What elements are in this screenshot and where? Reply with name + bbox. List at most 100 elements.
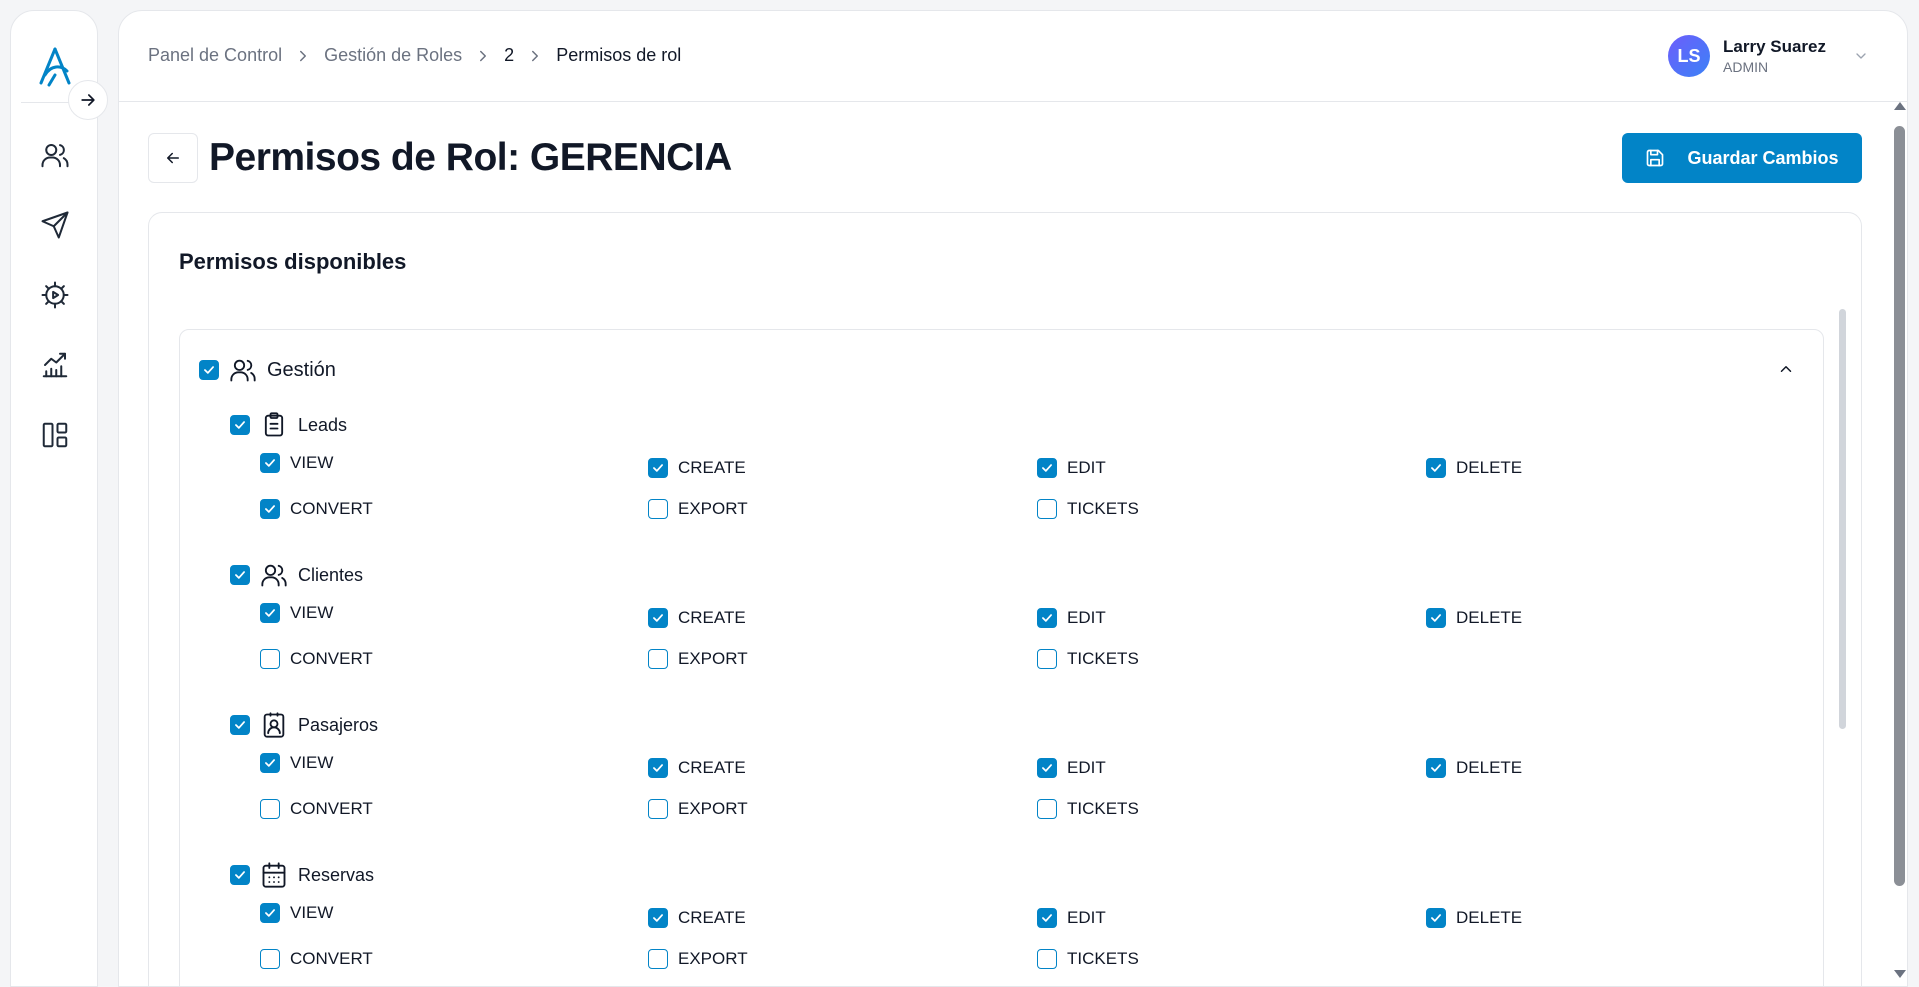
permission-clientes-view[interactable]: VIEW <box>260 603 333 623</box>
app-logo[interactable] <box>35 45 75 89</box>
page-scrollbar[interactable] <box>1893 102 1906 978</box>
module-checkbox-pasajeros[interactable] <box>230 715 250 735</box>
permission-clientes-export[interactable]: EXPORT <box>648 649 748 669</box>
breadcrumb-item-role-id[interactable]: 2 <box>504 45 514 66</box>
permission-checkbox[interactable] <box>1037 608 1057 628</box>
permission-reservas-view[interactable]: VIEW <box>260 903 333 923</box>
scroll-thumb[interactable] <box>1894 126 1905 886</box>
scroll-down-arrow[interactable] <box>1894 970 1906 978</box>
permission-reservas-edit[interactable]: EDIT <box>1037 908 1106 928</box>
permission-checkbox[interactable] <box>1037 908 1057 928</box>
permission-checkbox[interactable] <box>648 458 668 478</box>
group-checkbox[interactable] <box>199 360 219 380</box>
permission-reservas-delete[interactable]: DELETE <box>1426 908 1522 928</box>
permission-checkbox[interactable] <box>260 453 280 473</box>
collapse-group-button[interactable] <box>1777 360 1795 378</box>
breadcrumb-item-panel[interactable]: Panel de Control <box>148 45 282 66</box>
permission-checkbox[interactable] <box>648 608 668 628</box>
permission-checkbox[interactable] <box>1037 499 1057 519</box>
user-role: ADMIN <box>1723 59 1769 75</box>
scroll-up-arrow[interactable] <box>1894 102 1906 110</box>
permission-reservas-export[interactable]: EXPORT <box>648 949 748 969</box>
permission-leads-convert[interactable]: CONVERT <box>260 499 373 519</box>
sidebar-item-users[interactable] <box>37 137 73 173</box>
module-checkbox-reservas[interactable] <box>230 865 250 885</box>
permission-checkbox[interactable] <box>1037 458 1057 478</box>
permission-leads-delete[interactable]: DELETE <box>1426 458 1522 478</box>
group-header: Gestión <box>199 356 336 384</box>
sidebar-item-dashboard[interactable] <box>37 417 73 453</box>
back-button[interactable] <box>148 133 198 183</box>
permission-checkbox[interactable] <box>1037 799 1057 819</box>
permission-pasajeros-view[interactable]: VIEW <box>260 753 333 773</box>
save-changes-button[interactable]: Guardar Cambios <box>1622 133 1862 183</box>
permission-checkbox[interactable] <box>260 603 280 623</box>
permission-checkbox[interactable] <box>1037 649 1057 669</box>
permission-checkbox[interactable] <box>648 649 668 669</box>
permission-checkbox[interactable] <box>648 758 668 778</box>
permission-checkbox[interactable] <box>648 908 668 928</box>
permission-checkbox[interactable] <box>648 949 668 969</box>
check-icon <box>265 759 275 767</box>
permission-checkbox[interactable] <box>260 903 280 923</box>
permission-label: CONVERT <box>290 649 373 668</box>
permission-checkbox[interactable] <box>648 499 668 519</box>
permission-checkbox[interactable] <box>1426 758 1446 778</box>
permission-checkbox[interactable] <box>1426 908 1446 928</box>
check-icon <box>265 609 275 617</box>
permission-clientes-edit[interactable]: EDIT <box>1037 608 1106 628</box>
sidebar <box>10 10 98 987</box>
group-label: Gestión <box>267 358 336 381</box>
permission-checkbox[interactable] <box>1426 608 1446 628</box>
permission-clientes-tickets[interactable]: TICKETS <box>1037 649 1139 669</box>
permission-pasajeros-edit[interactable]: EDIT <box>1037 758 1106 778</box>
save-button-label: Guardar Cambios <box>1687 147 1839 168</box>
module-checkbox-clientes[interactable] <box>230 565 250 585</box>
permission-pasajeros-convert[interactable]: CONVERT <box>260 799 373 819</box>
sidebar-item-reports[interactable] <box>37 347 73 383</box>
permission-clientes-convert[interactable]: CONVERT <box>260 649 373 669</box>
permission-clientes-delete[interactable]: DELETE <box>1426 608 1522 628</box>
permission-pasajeros-delete[interactable]: DELETE <box>1426 758 1522 778</box>
module-checkbox-leads[interactable] <box>230 415 250 435</box>
permission-checkbox[interactable] <box>260 799 280 819</box>
permission-checkbox[interactable] <box>260 949 280 969</box>
permission-label: EDIT <box>1067 758 1106 777</box>
permission-checkbox[interactable] <box>1037 758 1057 778</box>
permission-checkbox[interactable] <box>260 649 280 669</box>
check-icon <box>653 464 663 472</box>
check-icon <box>265 505 275 513</box>
permission-leads-view[interactable]: VIEW <box>260 453 333 473</box>
permission-checkbox[interactable] <box>1037 949 1057 969</box>
permission-leads-tickets[interactable]: TICKETS <box>1037 499 1139 519</box>
permission-leads-edit[interactable]: EDIT <box>1037 458 1106 478</box>
sidebar-item-settings[interactable] <box>37 277 73 313</box>
permission-pasajeros-tickets[interactable]: TICKETS <box>1037 799 1139 819</box>
permission-reservas-tickets[interactable]: TICKETS <box>1037 949 1139 969</box>
main-panel: Panel de Control Gestión de Roles 2 Perm… <box>118 10 1908 987</box>
chevron-right-icon <box>532 50 539 61</box>
check-icon <box>235 571 245 579</box>
card-scrollbar[interactable] <box>1839 309 1846 729</box>
breadcrumb-item-roles[interactable]: Gestión de Roles <box>324 45 462 66</box>
permission-clientes-create[interactable]: CREATE <box>648 608 746 628</box>
permission-label: VIEW <box>290 453 334 472</box>
permission-label: TICKETS <box>1067 949 1139 968</box>
permission-leads-create[interactable]: CREATE <box>648 458 746 478</box>
permission-reservas-create[interactable]: CREATE <box>648 908 746 928</box>
sidebar-item-send[interactable] <box>37 207 73 243</box>
module-header-clientes: Clientes <box>230 561 363 589</box>
user-name: Larry Suarez <box>1723 37 1826 56</box>
permission-reservas-convert[interactable]: CONVERT <box>260 949 373 969</box>
permission-label: EXPORT <box>678 649 748 668</box>
permission-checkbox[interactable] <box>260 499 280 519</box>
permission-leads-export[interactable]: EXPORT <box>648 499 748 519</box>
permission-checkbox[interactable] <box>1426 458 1446 478</box>
permission-checkbox[interactable] <box>260 753 280 773</box>
user-menu[interactable]: LS Larry Suarez ADMIN <box>1668 35 1869 77</box>
sidebar-expand-button[interactable] <box>68 80 108 120</box>
permission-checkbox[interactable] <box>648 799 668 819</box>
permission-pasajeros-export[interactable]: EXPORT <box>648 799 748 819</box>
permission-pasajeros-create[interactable]: CREATE <box>648 758 746 778</box>
permission-label: CREATE <box>678 608 746 627</box>
